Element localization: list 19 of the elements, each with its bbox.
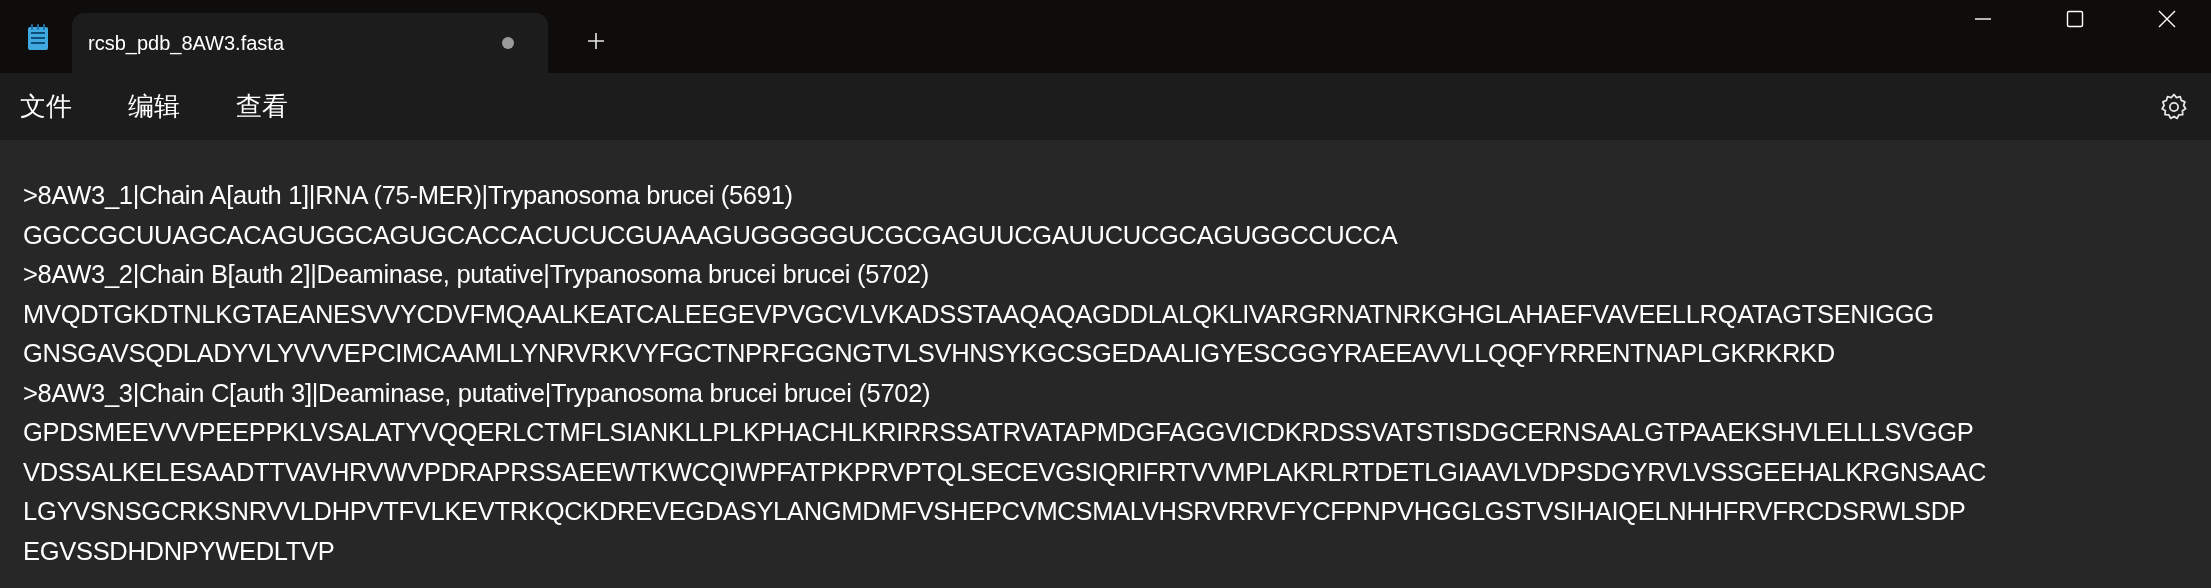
settings-icon[interactable]: [2159, 91, 2189, 122]
notepad-icon: [26, 23, 50, 51]
text-line: >8AW3_2|Chain B[auth 2]|Deaminase, putative|Trypanosoma brucei brucei (5702): [23, 259, 929, 290]
text-line: EGVSSDHDNPYWEDLTVP: [23, 535, 335, 567]
file-tab[interactable]: rcsb_pdb_8AW3.fasta: [72, 13, 548, 73]
new-tab-icon[interactable]: [586, 31, 606, 51]
maximize-icon[interactable]: [2065, 9, 2085, 29]
text-line: >8AW3_3|Chain C[auth 3]|Deaminase, putative|Trypanosoma brucei brucei (5702): [23, 377, 931, 409]
text-line: GNSGAVSQDLADYVLYVVVEPCIMCAAMLLYNRVRKVYFGCTNPRFGGNGTVLSVHNSYKGCSGEDAALIGYESCGGYRAEEAVVLLQQFYRRENTNAPLGKRKRKD: [23, 338, 1835, 369]
text-line: LGYVSNSGCRKSNRVVLDHPVTFVLKEVTRKQCKDREVEGDASYLANGMDMFVSHEPCVMCSMALVHSRVRRVFYCFPNPVHGGLGSTVSIHAIQELNHHFRVFRCDSRWLSDP: [23, 496, 1966, 527]
text-line: GPDSMEEVVVPEEPPKLVSALATYVQQERLCTMFLSIANKLLPLKPHACHLKRIRRSSATRVATAPMDGFAGGVICDKRDSSVATSTISDGCERNSAALGTPAAEKSHVLELLLSVGGP: [23, 417, 1974, 448]
menu-item[interactable]: 编辑: [128, 87, 180, 126]
text-line: VDSSALKELESAADTTVAVHRVWVPDRAPRSSAEEWTKWCQIWPFATPKPRVPTQLSECEVGSIQRIFRTVVMPLAKRLRTDETLGIAAVLVDPSDGYRVLVSSGEEHALKRGNSAAC: [23, 456, 1987, 488]
menu-item[interactable]: 文件: [20, 87, 72, 126]
text-line: GGCCGCUUAGCACAGUGGCAGUGCACCACUCUCGUAAAGUGGGGGUCGCGAGUUCGAUUCUCGCAGUGGCCUCCA: [23, 219, 1398, 251]
text-line: MVQDTGKDTNLKGTAEANESVVYCDVFMQAALKEATCALEEGEVPVGCVLVKADSSTAAQAQAGDDLALQKLIVARGRNATNRKGHGLAHAEFVAVEELLRQATAGTSENIGGG: [23, 298, 1934, 330]
close-icon[interactable]: [2157, 9, 2177, 29]
text-line: >8AW3_1|Chain A[auth 1]|RNA (75-MER)|Trypanosoma brucei (5691): [23, 180, 793, 211]
menu-item[interactable]: 查看: [236, 87, 288, 126]
